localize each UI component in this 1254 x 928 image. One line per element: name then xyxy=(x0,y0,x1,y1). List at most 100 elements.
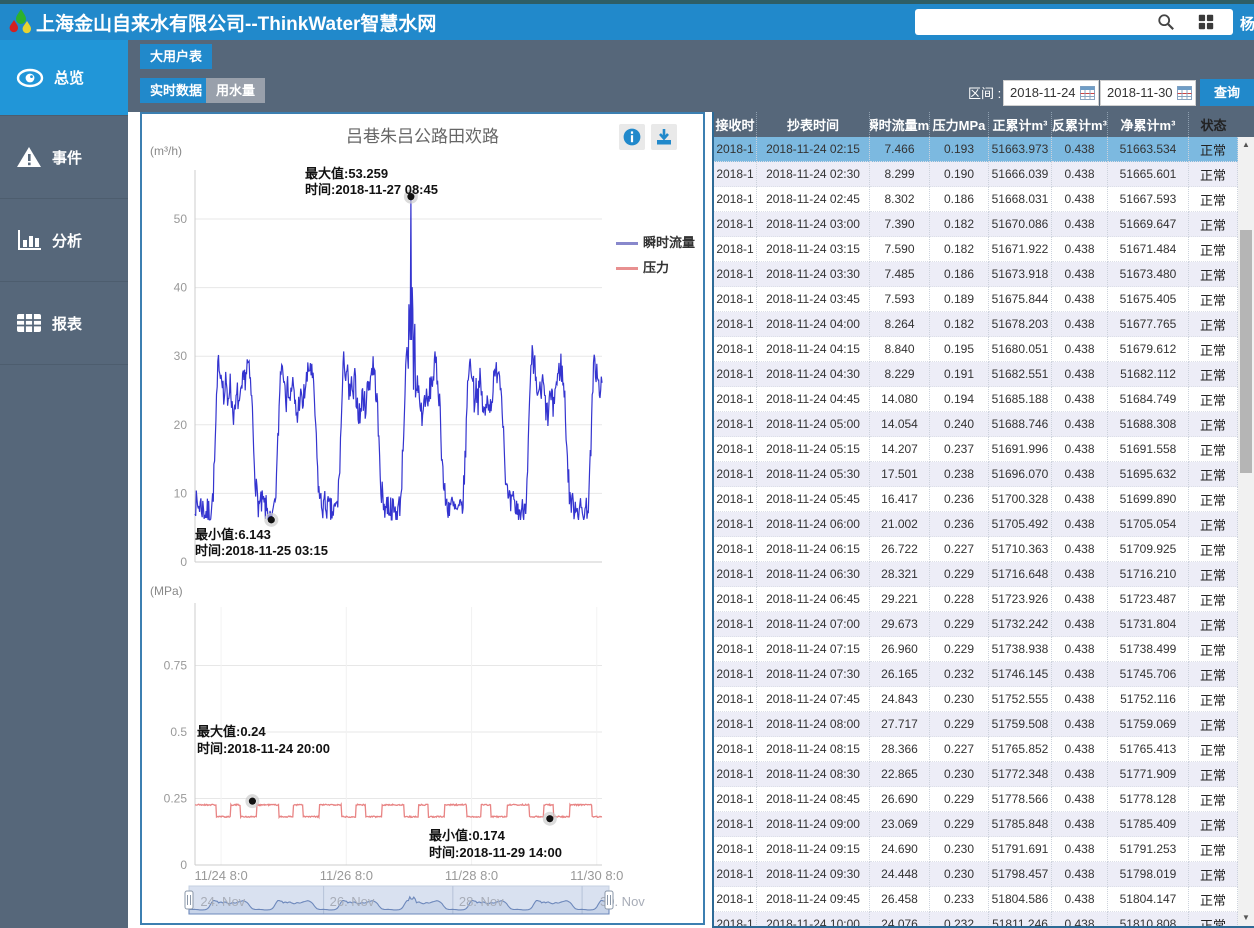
user-badge[interactable]: 杨 xyxy=(1240,13,1254,34)
table-cell: 2018-11-24 05:45 xyxy=(757,487,870,512)
table-cell: 正常 xyxy=(1189,137,1238,162)
eye-icon xyxy=(16,68,44,88)
table-row[interactable]: 2018-12018-11-24 03:457.5930.18951675.84… xyxy=(714,287,1238,312)
flow-chart: 01020304050最大值:53.259时间:2018-11-27 08:45… xyxy=(147,154,698,572)
calendar-icon[interactable] xyxy=(1177,85,1192,100)
info-icon xyxy=(623,128,641,146)
table-row[interactable]: 2018-12018-11-24 09:0023.0690.22951785.8… xyxy=(714,812,1238,837)
table-row[interactable]: 2018-12018-11-24 04:4514.0800.19451685.1… xyxy=(714,387,1238,412)
table-cell: 正常 xyxy=(1189,612,1238,637)
table-cell: 0.438 xyxy=(1052,562,1108,587)
table-cell: 51685.188 xyxy=(989,387,1052,412)
chart-navigator[interactable]: 24. Nov26. Nov28. Nov30. Nov xyxy=(147,882,698,918)
table-cell: 51705.492 xyxy=(989,512,1052,537)
table-cell: 51759.069 xyxy=(1108,712,1189,737)
table-cell: 2018-1 xyxy=(714,187,757,212)
toolbar: 大用户表 实时数据 用水量 区间 : 2018-11-24 2018-11-30… xyxy=(128,40,1254,112)
table-cell: 2018-11-24 03:30 xyxy=(757,262,870,287)
table-row[interactable]: 2018-12018-11-24 02:157.4660.19351663.97… xyxy=(714,137,1238,162)
table-row[interactable]: 2018-12018-11-24 09:3024.4480.23051798.4… xyxy=(714,862,1238,887)
calendar-icon[interactable] xyxy=(1080,85,1095,100)
col-header-net-total: 净累计m³ xyxy=(1108,112,1189,137)
table-cell: 51680.051 xyxy=(989,337,1052,362)
table-row[interactable]: 2018-12018-11-24 03:157.5900.18251671.92… xyxy=(714,237,1238,262)
table-cell: 正常 xyxy=(1189,637,1238,662)
table-row[interactable]: 2018-12018-11-24 06:0021.0020.23651705.4… xyxy=(714,512,1238,537)
table-cell: 2018-11-24 04:15 xyxy=(757,337,870,362)
navigator-handle-right[interactable] xyxy=(605,891,613,909)
table-row[interactable]: 2018-12018-11-24 08:3022.8650.23051772.3… xyxy=(714,762,1238,787)
table-row[interactable]: 2018-12018-11-24 03:307.4850.18651673.91… xyxy=(714,262,1238,287)
tab-large-user-meter[interactable]: 大用户表 xyxy=(140,44,212,69)
table-cell: 51667.593 xyxy=(1108,187,1189,212)
table-cell: 51677.765 xyxy=(1108,312,1189,337)
scrollbar-thumb[interactable] xyxy=(1240,230,1252,473)
table-cell: 0.438 xyxy=(1052,787,1108,812)
table-cell: 正常 xyxy=(1189,412,1238,437)
sidebar-item-analysis[interactable]: 分析 xyxy=(0,199,128,282)
sidebar-item-overview[interactable]: 总览 xyxy=(0,40,128,116)
table-row[interactable]: 2018-12018-11-24 04:158.8400.19551680.05… xyxy=(714,337,1238,362)
table-row[interactable]: 2018-12018-11-24 09:4526.4580.23351804.5… xyxy=(714,887,1238,912)
query-button[interactable]: 查询 xyxy=(1200,79,1254,106)
table-row[interactable]: 2018-12018-11-24 04:308.2290.19151682.55… xyxy=(714,362,1238,387)
table-cell: 14.080 xyxy=(870,387,930,412)
table-row[interactable]: 2018-12018-11-24 08:0027.7170.22951759.5… xyxy=(714,712,1238,737)
table-row[interactable]: 2018-12018-11-24 10:0024.0760.23251811.2… xyxy=(714,912,1238,928)
table-row[interactable]: 2018-12018-11-24 09:1524.6900.23051791.6… xyxy=(714,837,1238,862)
table-row[interactable]: 2018-12018-11-24 07:4524.8430.23051752.5… xyxy=(714,687,1238,712)
table-cell: 51665.601 xyxy=(1108,162,1189,187)
sidebar-item-events[interactable]: 事件 xyxy=(0,116,128,199)
table-row[interactable]: 2018-12018-11-24 05:1514.2070.23751691.9… xyxy=(714,437,1238,462)
chart-info-button[interactable] xyxy=(619,124,645,150)
table-row[interactable]: 2018-12018-11-24 06:4529.2210.22851723.9… xyxy=(714,587,1238,612)
table-cell: 2018-11-24 07:15 xyxy=(757,637,870,662)
table-row[interactable]: 2018-12018-11-24 05:0014.0540.24051688.7… xyxy=(714,412,1238,437)
table-row[interactable]: 2018-12018-11-24 07:3026.1650.23251746.1… xyxy=(714,662,1238,687)
sidebar-item-label: 报表 xyxy=(52,313,82,334)
table-cell: 51723.926 xyxy=(989,587,1052,612)
table-row[interactable]: 2018-12018-11-24 06:1526.7220.22751710.3… xyxy=(714,537,1238,562)
table-body: 2018-12018-11-24 02:157.4660.19351663.97… xyxy=(714,137,1238,928)
tab-realtime-data[interactable]: 实时数据 xyxy=(140,78,212,103)
table-row[interactable]: 2018-12018-11-24 04:008.2640.18251678.20… xyxy=(714,312,1238,337)
tab-water-usage[interactable]: 用水量 xyxy=(206,78,265,103)
table-cell: 正常 xyxy=(1189,837,1238,862)
table-cell: 29.673 xyxy=(870,612,930,637)
legend-item-flow[interactable]: 瞬时流量 xyxy=(616,232,695,251)
table-cell: 0.438 xyxy=(1052,912,1108,928)
table-cell: 28.321 xyxy=(870,562,930,587)
search-input[interactable] xyxy=(921,11,1165,33)
table-cell: 51695.632 xyxy=(1108,462,1189,487)
table-row[interactable]: 2018-12018-11-24 08:4526.6900.22951778.5… xyxy=(714,787,1238,812)
table-scrollbar[interactable]: ▲ ▼ xyxy=(1238,137,1254,926)
table-cell: 正常 xyxy=(1189,812,1238,837)
table-cell: 51668.031 xyxy=(989,187,1052,212)
table-row[interactable]: 2018-12018-11-24 08:1528.3660.22751765.8… xyxy=(714,737,1238,762)
table-cell: 2018-1 xyxy=(714,862,757,887)
date-to-input[interactable]: 2018-11-30 xyxy=(1100,80,1196,106)
apps-grid-icon[interactable] xyxy=(1195,13,1217,31)
svg-text:0: 0 xyxy=(180,858,187,872)
chart-download-button[interactable] xyxy=(651,124,677,150)
table-row[interactable]: 2018-12018-11-24 02:458.3020.18651668.03… xyxy=(714,187,1238,212)
table-row[interactable]: 2018-12018-11-24 07:0029.6730.22951732.2… xyxy=(714,612,1238,637)
scroll-up-icon[interactable]: ▲ xyxy=(1238,137,1254,153)
search-icon[interactable] xyxy=(1155,13,1177,31)
table-cell: 26.690 xyxy=(870,787,930,812)
navigator-handle-left[interactable] xyxy=(185,891,193,909)
table-row[interactable]: 2018-12018-11-24 05:4516.4170.23651700.3… xyxy=(714,487,1238,512)
sidebar-item-reports[interactable]: 报表 xyxy=(0,282,128,365)
legend-item-pressure[interactable]: 压力 xyxy=(616,257,695,276)
scroll-down-icon[interactable]: ▼ xyxy=(1238,910,1254,926)
svg-text:50: 50 xyxy=(174,212,188,226)
table-cell: 0.438 xyxy=(1052,887,1108,912)
table-row[interactable]: 2018-12018-11-24 02:308.2990.19051666.03… xyxy=(714,162,1238,187)
table-row[interactable]: 2018-12018-11-24 07:1526.9600.22951738.9… xyxy=(714,637,1238,662)
date-from-input[interactable]: 2018-11-24 xyxy=(1003,80,1099,106)
table-cell: 正常 xyxy=(1189,362,1238,387)
table-cell: 51791.691 xyxy=(989,837,1052,862)
table-row[interactable]: 2018-12018-11-24 03:007.3900.18251670.08… xyxy=(714,212,1238,237)
table-row[interactable]: 2018-12018-11-24 06:3028.3210.22951716.6… xyxy=(714,562,1238,587)
table-row[interactable]: 2018-12018-11-24 05:3017.5010.23851696.0… xyxy=(714,462,1238,487)
